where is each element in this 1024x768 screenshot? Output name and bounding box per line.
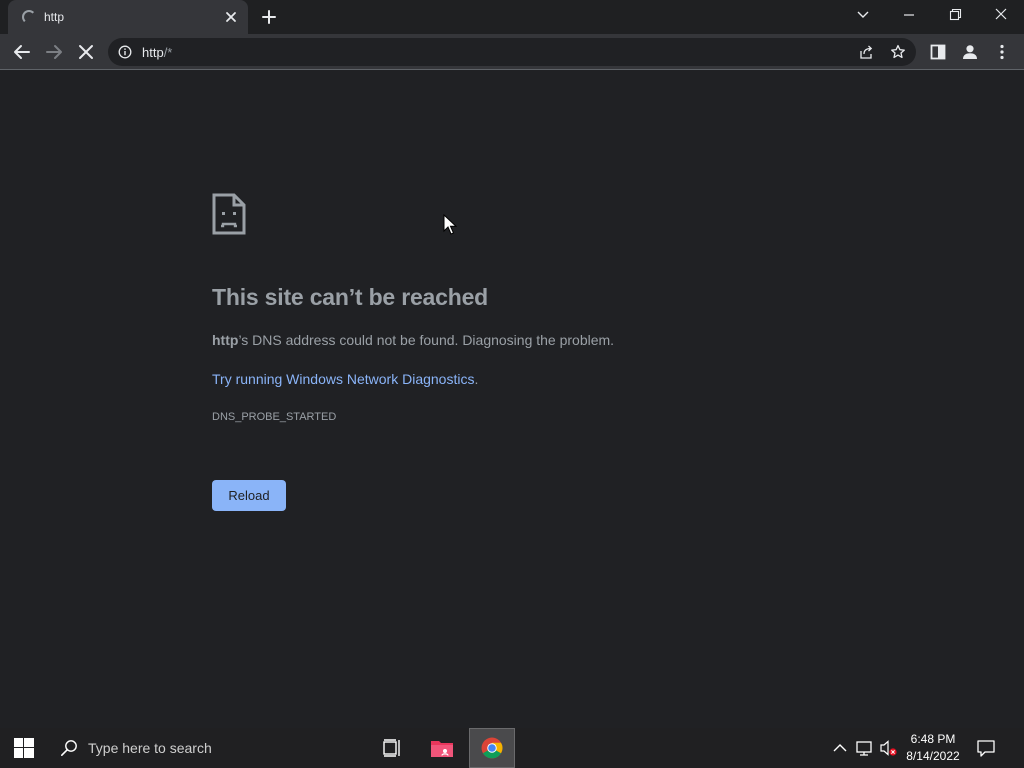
taskbar-search-box[interactable]: Type here to search: [48, 728, 368, 768]
close-window-icon[interactable]: [989, 6, 1013, 24]
file-explorer-icon[interactable]: [419, 728, 465, 768]
url-text: http/*: [142, 45, 173, 60]
chevron-down-icon[interactable]: [851, 6, 875, 24]
error-host: http: [212, 332, 239, 348]
error-page: This site can’t be reached http’s DNS ad…: [0, 71, 1024, 728]
restore-icon[interactable]: [943, 6, 967, 24]
close-icon[interactable]: [222, 8, 240, 26]
clock[interactable]: 6:48 PM 8/14/2022: [900, 731, 966, 765]
error-message: http’s DNS address could not be found. D…: [212, 332, 615, 348]
browser-tab[interactable]: http: [8, 0, 248, 34]
kebab-menu-icon[interactable]: [992, 42, 1012, 62]
star-icon[interactable]: [890, 44, 906, 60]
windows-logo-icon[interactable]: [0, 728, 48, 768]
sad-page-icon: [212, 193, 246, 235]
share-icon[interactable]: [858, 44, 874, 60]
mouse-cursor-icon: [443, 214, 457, 235]
tab-title: http: [44, 10, 65, 24]
network-diagnostics-suggestion: Try running Windows Network Diagnostics.: [212, 371, 479, 387]
address-bar[interactable]: http/*: [108, 38, 916, 66]
chevron-up-icon[interactable]: [828, 728, 852, 768]
stop-icon[interactable]: [76, 42, 96, 62]
info-icon[interactable]: [118, 45, 132, 59]
task-view-icon[interactable]: [369, 728, 415, 768]
tab-strip: http: [0, 0, 1024, 34]
chrome-icon[interactable]: [469, 728, 515, 768]
search-placeholder: Type here to search: [88, 740, 212, 756]
error-title: This site can’t be reached: [212, 284, 489, 310]
clock-date: 8/14/2022: [906, 749, 960, 763]
clock-time: 6:48 PM: [910, 732, 956, 746]
profile-icon[interactable]: [960, 42, 980, 62]
browser-toolbar: http/*: [0, 34, 1024, 70]
windows-taskbar: Type here to search 6:48 PM 8/14/2022: [0, 728, 1024, 768]
plus-icon[interactable]: [259, 7, 279, 27]
forward-arrow-icon[interactable]: [44, 42, 64, 62]
minimize-icon[interactable]: [897, 6, 921, 24]
notification-icon[interactable]: [973, 728, 999, 768]
search-icon: [61, 740, 77, 756]
loading-spinner-icon: [22, 10, 36, 24]
volume-muted-icon[interactable]: [877, 728, 901, 768]
network-diagnostics-link[interactable]: Try running Windows Network Diagnostics: [212, 371, 474, 387]
side-panel-icon[interactable]: [928, 42, 948, 62]
error-code: DNS_PROBE_STARTED: [212, 411, 337, 423]
back-arrow-icon[interactable]: [12, 42, 32, 62]
network-icon[interactable]: [853, 728, 877, 768]
reload-button[interactable]: Reload: [212, 480, 286, 511]
